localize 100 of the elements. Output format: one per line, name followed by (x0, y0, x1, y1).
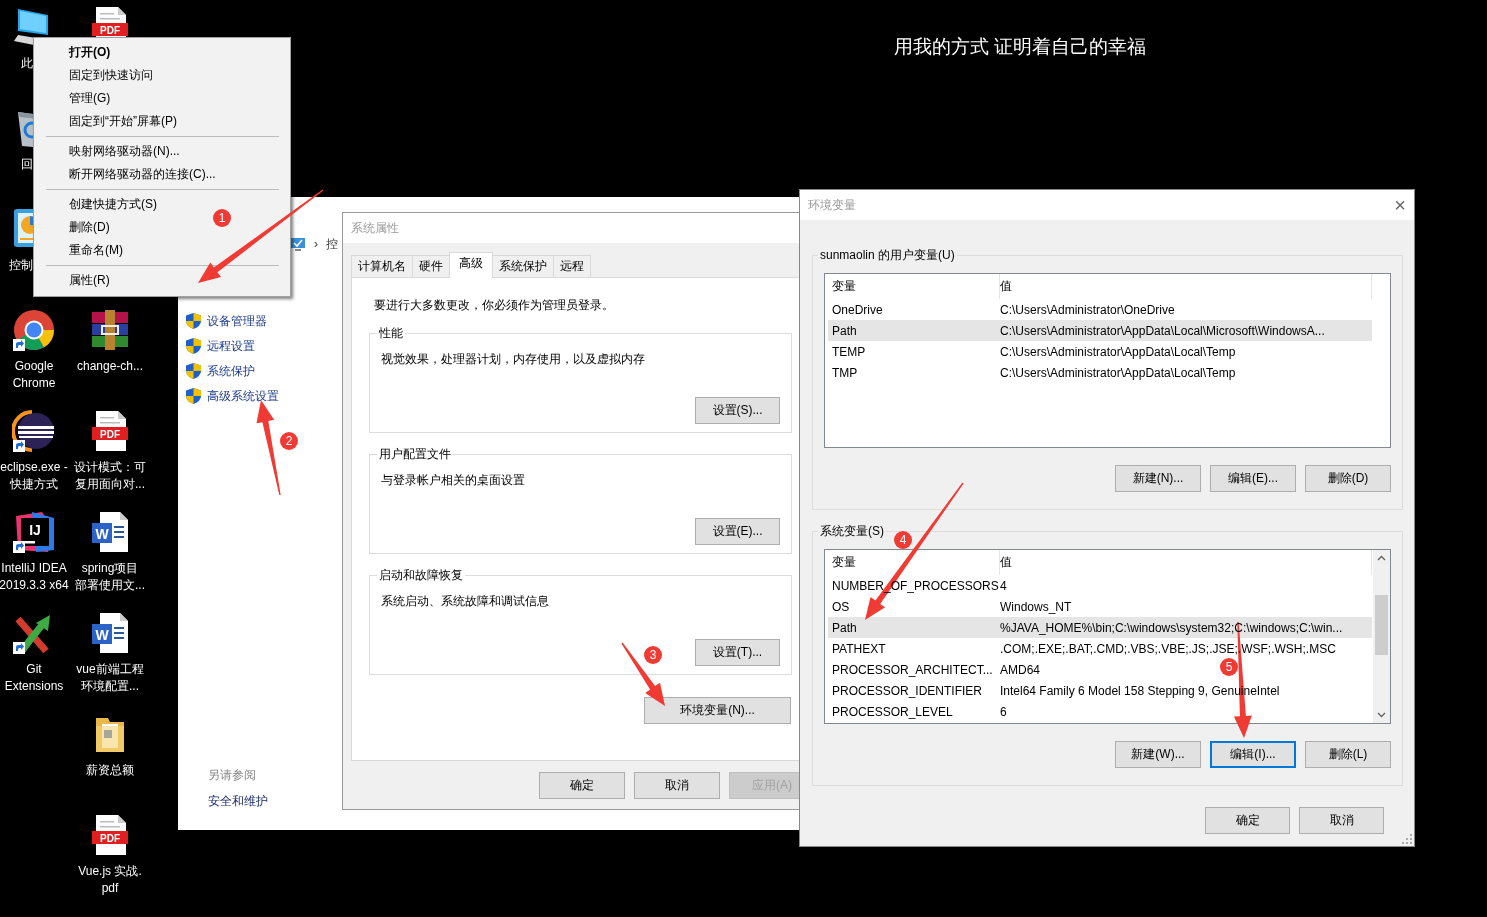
icon-label[interactable]: 回 (21, 156, 33, 173)
icon-label[interactable]: 部署使用文... (75, 577, 145, 594)
settings-button[interactable]: 设置(E)... (695, 518, 780, 545)
group-description: 系统启动、系统故障和调试信息 (381, 593, 550, 610)
icon-label[interactable]: Vue.js 实战. (78, 863, 142, 880)
close-button[interactable]: × (1394, 195, 1406, 215)
selected-row[interactable]: Path C:\Users\Administrator\AppData\Local\Microsoft\WindowsA... (828, 320, 1372, 341)
variable-name: PROCESSOR_LEVEL (831, 704, 954, 719)
variable-value: C:\Users\Administrator\AppData\Local\Microsoft\WindowsA... (1000, 323, 1325, 338)
column-header[interactable]: 值 (1000, 550, 1372, 575)
menu-item[interactable]: 创建快捷方式(S) (69, 196, 157, 214)
shield-icon (186, 363, 201, 379)
menu-item[interactable]: 属性(R) (69, 272, 110, 290)
scrollbar-thumb[interactable] (1375, 595, 1388, 655)
dialog-button[interactable]: 删除(D) (1305, 465, 1391, 492)
dialog-button[interactable]: 删除(L) (1305, 741, 1391, 768)
variable-name: PROCESSOR_IDENTIFIER (831, 683, 984, 698)
tab[interactable]: 计算机名 (351, 255, 413, 277)
icon-label[interactable]: 设计模式：可 (74, 459, 146, 476)
menu-item[interactable]: 固定到“开始”屏幕(P) (69, 113, 177, 131)
dialog-button[interactable]: 确定 (539, 772, 625, 799)
group-title: 性能 (378, 325, 404, 342)
group-title: 系统变量(S) (819, 523, 885, 540)
variable-name: TMP (831, 365, 859, 380)
variable-value: C:\Users\Administrator\AppData\Local\Temp (1000, 344, 1236, 359)
dialog-button[interactable]: 编辑(I)... (1210, 741, 1296, 768)
resize-grip-icon[interactable] (1402, 834, 1412, 844)
group-description: 视觉效果，处理器计划，内存使用，以及虚拟内存 (381, 351, 646, 368)
variable-value: 6 (1000, 704, 1007, 719)
dialog-button[interactable]: 新建(W)... (1115, 741, 1201, 768)
column-header[interactable]: 变量 (828, 274, 1000, 299)
window-title: 系统属性 (351, 219, 399, 237)
icon-label[interactable]: 薪资总额 (86, 762, 134, 779)
wallpaper-caption: 用我的方式 证明着自己的幸福 (893, 35, 1147, 59)
variable-name: PROCESSOR_ARCHITECT... (831, 662, 994, 677)
icon-label[interactable]: 此 (21, 55, 33, 72)
icon-label[interactable]: 环境配置... (81, 678, 139, 695)
settings-button[interactable]: 设置(T)... (695, 639, 780, 666)
icon-label[interactable]: change-ch... (76, 358, 143, 375)
annotation-arrow (621, 642, 665, 706)
variable-name: PATHEXT (831, 641, 887, 656)
group-title: sunmaolin 的用户变量(U) (819, 247, 956, 264)
dialog-button[interactable]: 编辑(E)... (1210, 465, 1296, 492)
tab[interactable]: 远程 (553, 255, 591, 277)
icon-label[interactable]: 复用面向对... (75, 476, 145, 493)
icon-label[interactable]: Chrome (12, 375, 56, 392)
shield-icon (186, 313, 201, 329)
variable-value: 4 (1000, 578, 1007, 593)
task-link[interactable]: 高级系统设置 (207, 387, 279, 405)
computer-icon[interactable] (290, 237, 306, 251)
variable-name: OS (831, 599, 851, 614)
breadcrumb-separator: › (314, 237, 318, 251)
variable-value: Windows_NT (1000, 599, 1072, 614)
menu-item[interactable]: 固定到快速访问 (69, 67, 153, 85)
variable-name: Path (831, 323, 858, 338)
dialog-button[interactable]: 确定 (1205, 807, 1290, 834)
variable-value: C:\Users\Administrator\OneDrive (1000, 302, 1175, 317)
group-title: 启动和故障恢复 (378, 567, 464, 584)
icon-label[interactable]: spring项目 (81, 560, 139, 577)
icon-label[interactable]: eclipse.exe - (0, 459, 68, 476)
icon-label[interactable]: 2019.3.3 x64 (0, 577, 69, 594)
icon-label[interactable]: Extensions (4, 678, 64, 695)
icon-label[interactable]: IntelliJ IDEA (1, 560, 67, 577)
icon-label[interactable]: 控制 (9, 257, 33, 274)
menu-item[interactable]: 打开(O) (69, 44, 111, 62)
variable-name: Path (831, 620, 858, 635)
menu-item[interactable]: 重命名(M) (69, 242, 123, 260)
window-title: 环境变量 (808, 196, 856, 214)
browser-icon[interactable] (12, 308, 56, 352)
section-heading: 另请参阅 (208, 767, 257, 784)
dialog-button[interactable]: 取消 (634, 772, 720, 799)
icon-label[interactable]: pdf (101, 880, 119, 897)
menu-item[interactable]: 映射网络驱动器(N)... (69, 143, 180, 161)
notice-text: 要进行大多数更改，你必须作为管理员登录。 (373, 297, 615, 313)
menu-item[interactable]: 管理(G) (69, 90, 111, 108)
group-title: 用户配置文件 (378, 446, 452, 463)
task-link[interactable]: 远程设置 (207, 337, 255, 355)
shield-icon (186, 388, 201, 404)
dialog-button[interactable]: 新建(N)... (1115, 465, 1201, 492)
group-description: 与登录帐户相关的桌面设置 (381, 472, 526, 489)
icon-label[interactable]: 快捷方式 (10, 476, 58, 493)
dialog-button[interactable]: 取消 (1299, 807, 1384, 834)
icon-label[interactable]: Google (14, 358, 54, 375)
variable-value: AMD64 (1000, 662, 1040, 677)
menu-item[interactable]: 删除(D) (69, 219, 110, 237)
variable-name: OneDrive (831, 302, 884, 317)
column-header[interactable]: 值 (1000, 274, 1372, 299)
tab[interactable]: 高级 (449, 252, 493, 278)
icon-label[interactable]: vue前端工程 (76, 661, 144, 678)
icon-label[interactable]: Git (26, 661, 42, 678)
variable-value: C:\Users\Administrator\AppData\Local\Temp (1000, 365, 1236, 380)
menu-item[interactable]: 断开网络驱动器的连接(C)... (69, 166, 216, 184)
shield-icon (186, 338, 201, 354)
breadcrumb-item[interactable]: 控 (326, 235, 338, 253)
environment-variables-button[interactable]: 环境变量(N)... (644, 697, 791, 724)
scrollbar[interactable] (1373, 550, 1390, 723)
settings-button[interactable]: 设置(S)... (695, 397, 780, 424)
striped-circle-icon[interactable] (12, 409, 56, 453)
task-link[interactable]: 系统保护 (207, 362, 255, 380)
task-link[interactable]: 设备管理器 (207, 312, 267, 330)
